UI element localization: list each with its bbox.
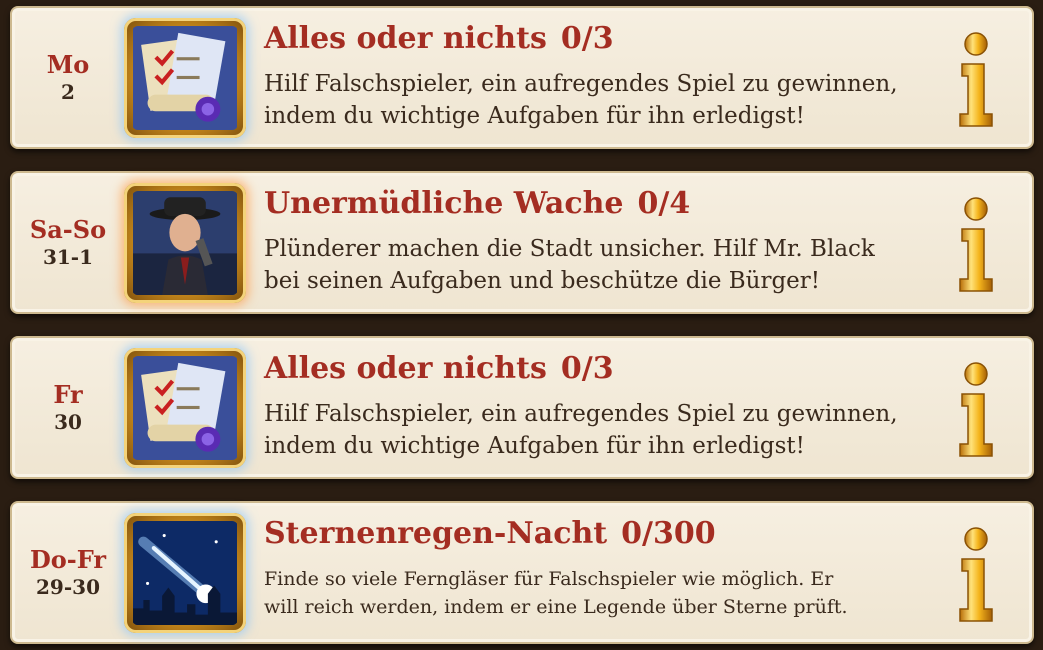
shooting-star-icon [124,513,246,633]
event-description-line: Plünderer machen die Stadt unsicher. Hil… [264,236,875,262]
event-description: Finde so viele Ferngläser für Falschspie… [264,565,964,621]
event-card[interactable]: Do-Fr 29-30 Sternenregen-Nacht 0/300 Find… [10,501,1034,644]
event-description-line: will reich werden, indem er eine Legende… [264,596,848,618]
event-date: Do-Fr 29-30 [12,503,124,642]
event-list: Mo 2 Alles oder nichts 0/3 Hilf Falschspi… [0,0,1043,650]
event-date-number: 2 [61,79,75,104]
quest-scroll-icon [124,348,246,468]
event-title: Unermüdliche Wache 0/4 [264,187,690,221]
event-date: Fr 30 [12,338,124,477]
event-description-line: Finde so viele Ferngläser für Falschspie… [264,568,834,590]
event-title-text: Alles oder nichts [264,351,547,386]
event-card[interactable]: Fr 30 Alles oder nichts 0/3 Hilf Falschsp… [10,336,1034,479]
event-card[interactable]: Mo 2 Alles oder nichts 0/3 Hilf Falschspi… [10,6,1034,149]
event-progress: 0/3 [560,351,614,386]
event-date: Sa-So 31-1 [12,173,124,312]
event-description-line: Hilf Falschspieler, ein aufregendes Spie… [264,401,898,427]
event-description-line: bei seinen Aufgaben und beschütze die Bü… [264,268,821,294]
event-date-number: 30 [54,409,82,434]
event-card[interactable]: Sa-So 31-1 Unermüdliche Wache 0/4 Plünder… [10,171,1034,314]
event-progress: 0/4 [637,186,691,221]
event-title: Sternenregen-Nacht 0/300 [264,517,716,551]
event-day: Do-Fr [29,544,107,574]
event-title: Alles oder nichts 0/3 [264,352,614,386]
event-description: Hilf Falschspieler, ein aufregendes Spie… [264,398,964,462]
event-description: Plünderer machen die Stadt unsicher. Hil… [264,233,964,297]
event-description-line: indem du wichtige Aufgaben für ihn erled… [264,103,805,129]
info-icon[interactable] [954,360,998,460]
event-title: Alles oder nichts 0/3 [264,22,614,56]
quest-scroll-icon [124,18,246,138]
detective-portrait-icon [124,183,246,303]
event-progress: 0/3 [560,21,614,56]
info-icon[interactable] [954,525,998,625]
event-date: Mo 2 [12,8,124,147]
event-day: Sa-So [29,214,107,244]
event-title-text: Alles oder nichts [264,21,547,56]
event-description: Hilf Falschspieler, ein aufregendes Spie… [264,68,964,132]
event-progress: 0/300 [621,516,716,551]
event-title-text: Unermüdliche Wache [264,186,624,221]
event-description-line: Hilf Falschspieler, ein aufregendes Spie… [264,71,898,97]
info-icon[interactable] [954,195,998,295]
event-day: Fr [53,379,83,409]
event-description-line: indem du wichtige Aufgaben für ihn erled… [264,433,805,459]
event-day: Mo [46,49,90,79]
event-date-number: 29-30 [36,574,100,599]
event-title-text: Sternenregen-Nacht [264,516,608,551]
info-icon[interactable] [954,30,998,130]
event-date-number: 31-1 [42,244,94,269]
